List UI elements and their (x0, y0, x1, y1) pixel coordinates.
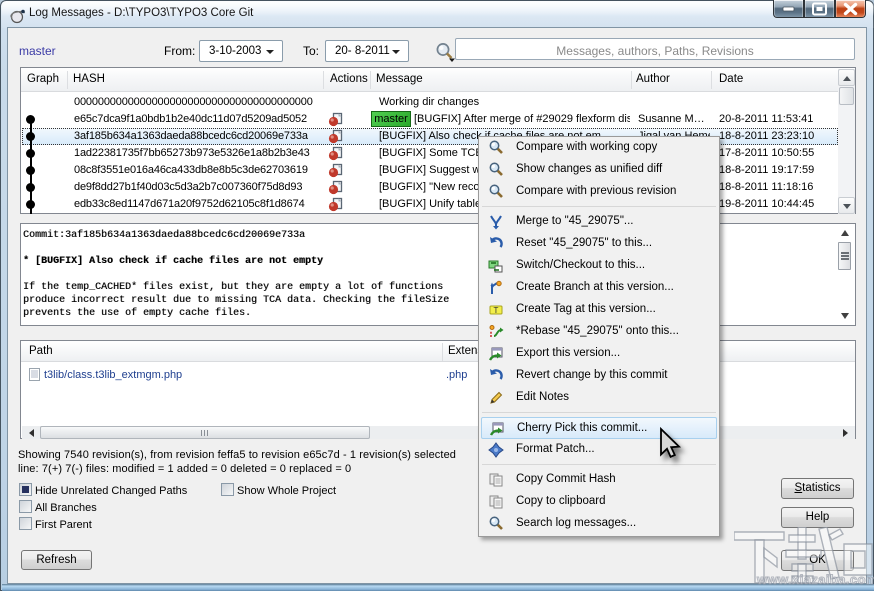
svg-text:T: T (494, 306, 499, 315)
